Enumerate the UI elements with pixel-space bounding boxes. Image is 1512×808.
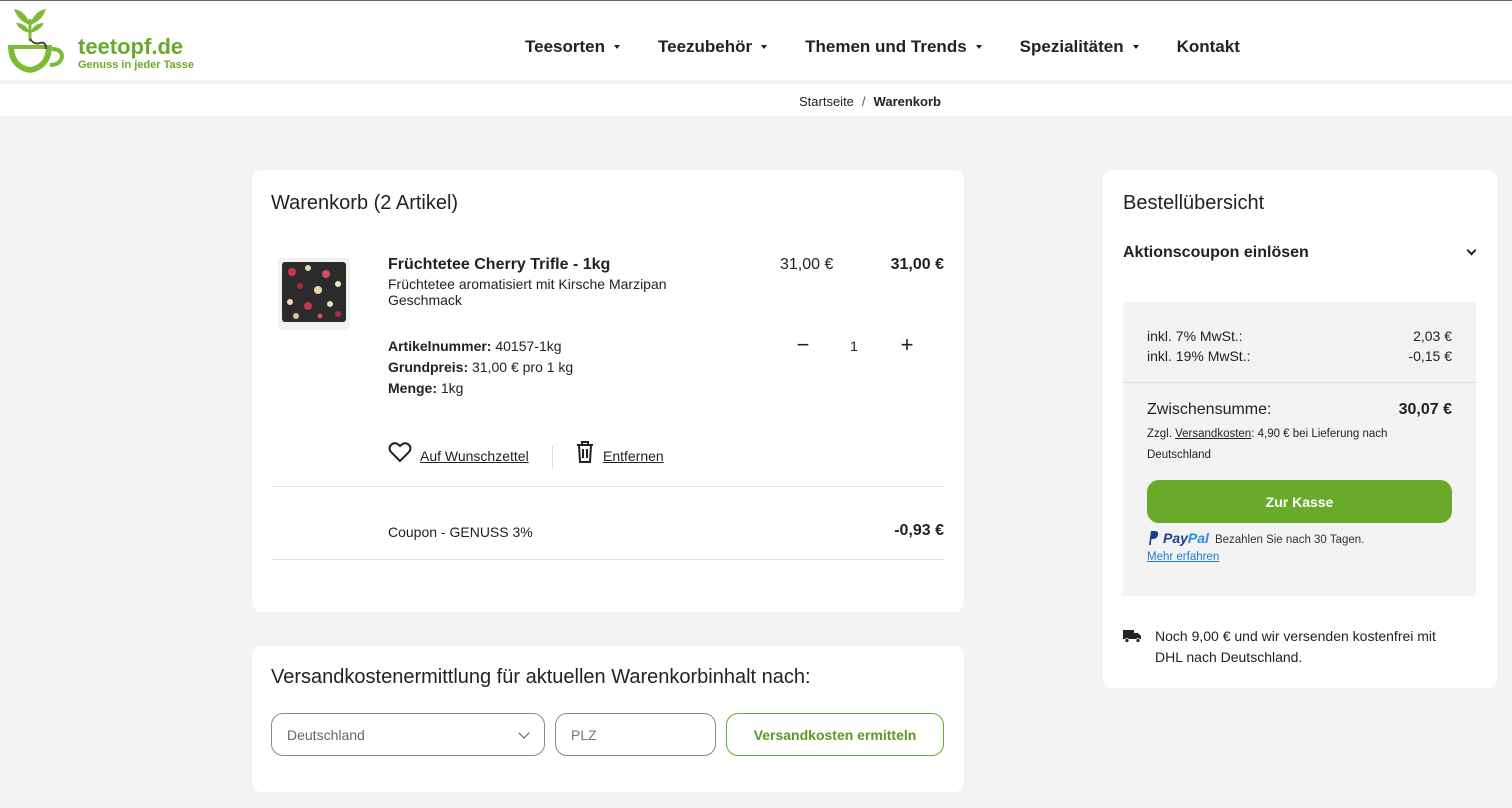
coupon-value: -0,93 €: [894, 522, 944, 539]
logo[interactable]: teetopf.de Genuss in jeder Tasse: [4, 5, 194, 77]
quantity-value[interactable]: 1: [842, 338, 866, 354]
country-select[interactable]: Deutschland: [271, 713, 545, 756]
chevron-down-icon: [518, 727, 530, 739]
coupon-label: Coupon - GENUSS 3%: [388, 524, 533, 540]
main-nav: Teesorten Teezubehör Themen und Trends S…: [525, 37, 1278, 57]
paypal-text: Bezahlen Sie nach 30 Tagen.: [1214, 533, 1365, 546]
nav-item-spezialitaeten[interactable]: Spezialitäten: [1020, 37, 1139, 57]
wishlist-action[interactable]: Auf Wunschzettel: [388, 440, 529, 464]
breadcrumb-home[interactable]: Startseite: [799, 94, 854, 109]
breadcrumb-separator: /: [861, 94, 866, 109]
wishlist-link[interactable]: Auf Wunschzettel: [420, 448, 529, 464]
truck-icon: [1123, 630, 1141, 643]
paypal-info: PayPal Bezahlen Sie nach 30 Tagen.: [1147, 530, 1364, 546]
vat19-row: inkl. 19% MwSt.: -0,15 €: [1147, 348, 1452, 364]
breadcrumb: Startseite / Warenkorb: [799, 94, 941, 109]
divider: [1123, 382, 1476, 383]
cart-card: Warenkorb (2 Artikel) Früchtetee Cherry …: [252, 170, 964, 612]
caret-down-icon: [975, 45, 982, 49]
caret-down-icon: [1132, 45, 1139, 49]
remove-link[interactable]: Entfernen: [603, 448, 664, 464]
site-header: teetopf.de Genuss in jeder Tasse Teesort…: [0, 0, 1512, 80]
summary-title: Bestellübersicht: [1123, 192, 1265, 214]
product-image[interactable]: [278, 258, 350, 330]
logo-name: teetopf.de: [78, 34, 184, 59]
shipping-calculator-card: Versandkostenermittlung für aktuellen Wa…: [252, 646, 964, 792]
divider: [272, 559, 944, 560]
paypal-logo: PayPal: [1163, 530, 1209, 546]
base-price: Grundpreis: 31,00 € pro 1 kg: [388, 359, 574, 375]
caret-down-icon: [761, 45, 768, 49]
heart-icon: [388, 442, 412, 463]
divider: [272, 486, 944, 487]
teapot-logo-icon: [8, 9, 65, 73]
shipping-cost-link[interactable]: Versandkosten: [1175, 428, 1251, 440]
subtotal-label: Zwischensumme:: [1147, 401, 1272, 418]
nav-item-themen-und-trends[interactable]: Themen und Trends: [805, 37, 982, 57]
coupon-toggle[interactable]: Aktionscoupon einlösen: [1123, 244, 1479, 262]
breadcrumb-current: Warenkorb: [873, 94, 941, 109]
product-name[interactable]: Früchtetee Cherry Trifle - 1kg: [388, 256, 610, 274]
caret-down-icon: [614, 45, 620, 49]
nav-item-teezubehoer[interactable]: Teezubehör: [658, 37, 768, 57]
plz-input[interactable]: [555, 713, 716, 756]
breadcrumb-bar: Startseite / Warenkorb: [0, 80, 1512, 116]
unit-price: 31,00 €: [780, 256, 834, 273]
amount: Menge: 1kg: [388, 380, 464, 396]
product-description: Früchtetee aromatisiert mit Kirsche Marz…: [388, 276, 667, 308]
totals-box: inkl. 7% MwSt.: 2,03 € inkl. 19% MwSt.: -0…: [1123, 302, 1476, 596]
subtotal-value: 30,07 €: [1398, 401, 1452, 418]
line-total-price: 31,00 €: [890, 256, 944, 273]
action-divider: [552, 446, 553, 468]
shipping-calc-title: Versandkostenermittlung für aktuellen Wa…: [271, 666, 811, 688]
calculate-shipping-button[interactable]: Versandkosten ermitteln: [726, 713, 944, 756]
paypal-p-icon: [1149, 531, 1159, 545]
tea-leaves-image: [282, 262, 346, 322]
checkout-button[interactable]: Zur Kasse: [1147, 480, 1452, 523]
shipping-cost-note: Zzgl. Versandkosten: 4,90 € bei Lieferun…: [1147, 428, 1388, 461]
vat7-row: inkl. 7% MwSt.: 2,03 €: [1147, 328, 1452, 344]
trash-icon: [577, 441, 593, 463]
nav-item-teesorten[interactable]: Teesorten: [525, 37, 620, 57]
article-number: Artikelnummer: 40157-1kg: [388, 338, 562, 354]
nav-item-kontakt[interactable]: Kontakt: [1177, 37, 1240, 57]
quantity-decrease-button[interactable]: −: [792, 334, 814, 356]
logo-tagline: Genuss in jeder Tasse: [78, 59, 194, 71]
cart-title: Warenkorb (2 Artikel): [271, 192, 459, 214]
chevron-down-icon: [1466, 245, 1477, 256]
free-shipping-text: Noch 9,00 € und wir versenden kostenfrei…: [1155, 628, 1436, 665]
paypal-more-link[interactable]: Mehr erfahren: [1147, 551, 1219, 563]
order-summary-card: Bestellübersicht Aktionscoupon einlösen …: [1103, 170, 1497, 688]
quantity-increase-button[interactable]: +: [896, 334, 918, 356]
remove-action[interactable]: Entfernen: [575, 440, 664, 464]
quantity-stepper: − 1 +: [782, 326, 922, 366]
